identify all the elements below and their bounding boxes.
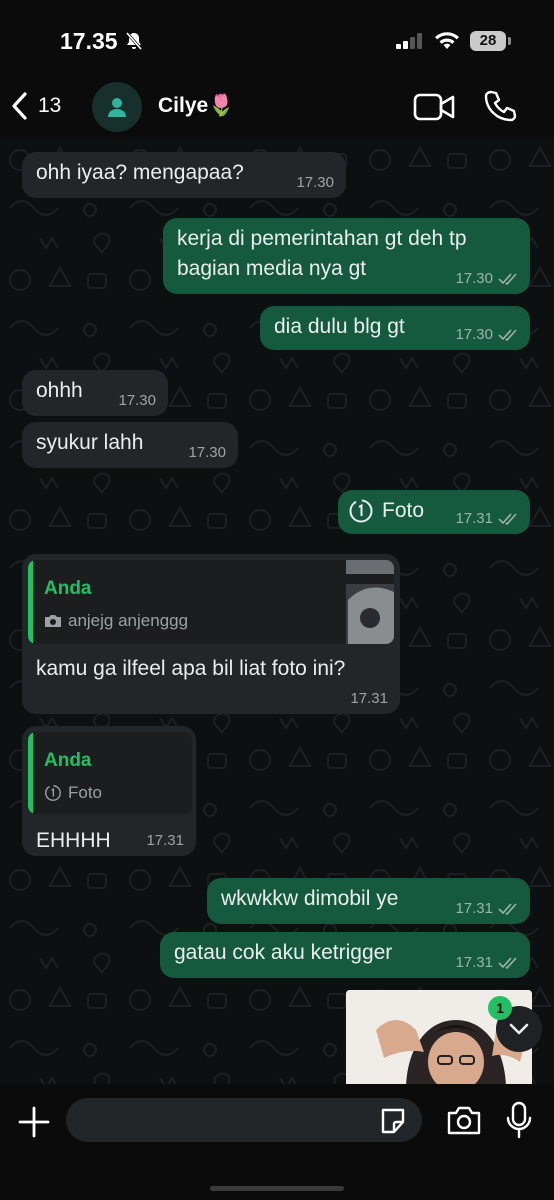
- message-bubble-outgoing[interactable]: dia dulu blg gt 17.30: [260, 306, 530, 350]
- phone-icon[interactable]: [482, 88, 518, 124]
- message-text: kerja di pemerintahan gt deh tp bagian m…: [177, 227, 467, 280]
- view-once-icon: [45, 785, 61, 801]
- input-bar: [0, 1084, 554, 1200]
- chat-area[interactable]: ohh iyaa? mengapaa? 17.30 kerja di pemer…: [0, 138, 554, 1084]
- message-meta: 17.31: [146, 832, 184, 850]
- view-once-icon: [349, 499, 373, 523]
- quote-accent-bar: [28, 732, 33, 814]
- back-icon: [12, 92, 27, 120]
- message-meta: 17.30: [118, 392, 156, 410]
- message-time: 17.30: [455, 270, 493, 287]
- double-check-icon: [498, 903, 517, 915]
- battery-level: 28: [470, 31, 506, 51]
- message-meta: 17.31: [455, 954, 518, 972]
- person-icon: [108, 98, 126, 117]
- message-text: EHHHH: [36, 829, 111, 852]
- message-bubble-outgoing[interactable]: wkwkkw dimobil ye 17.31: [207, 878, 530, 924]
- message-meta: 17.30: [188, 444, 226, 462]
- quote-author: Anda: [44, 578, 92, 599]
- camera-icon: [45, 615, 61, 627]
- unread-badge: 1: [488, 996, 512, 1020]
- message-time: 17.31: [455, 510, 493, 527]
- signal-icon: [396, 33, 422, 49]
- quoted-message[interactable]: Anda anjejg anjenggg: [28, 560, 394, 644]
- wifi-icon: [435, 32, 459, 49]
- battery-tip: [508, 37, 511, 45]
- message-meta: 17.30: [455, 270, 518, 288]
- message-bubble-incoming[interactable]: ohhh 17.30: [22, 370, 168, 416]
- message-time: 17.31: [350, 690, 388, 707]
- message-meta: 17.30: [296, 174, 334, 192]
- quote-author: Anda: [44, 750, 92, 771]
- message-meta: 17.31: [350, 690, 388, 708]
- quote-preview-text: Foto: [68, 783, 103, 802]
- double-check-icon: [498, 329, 517, 341]
- message-time: 17.30: [118, 392, 156, 409]
- double-check-icon: [498, 957, 517, 969]
- message-text: Foto: [382, 499, 425, 522]
- status-bar: 17.35 28: [0, 0, 554, 80]
- double-check-icon: [498, 513, 517, 525]
- quote-preview: anjejg anjenggg: [44, 606, 188, 636]
- message-time: 17.30: [455, 326, 493, 343]
- sticker-icon[interactable]: [378, 1106, 408, 1136]
- message-bubble-incoming[interactable]: ohh iyaa? mengapaa? 17.30: [22, 152, 346, 198]
- unread-chats-count: 13: [38, 94, 62, 117]
- message-text: kamu ga ilfeel apa bil liat foto ini?: [36, 657, 346, 680]
- message-meta: 17.30: [455, 326, 518, 344]
- home-indicator: [210, 1186, 344, 1191]
- message-meta: 17.31: [455, 510, 518, 528]
- message-bubble-outgoing[interactable]: gatau cok aku ketrigger 17.31: [160, 932, 530, 978]
- quote-accent-bar: [28, 560, 33, 644]
- back-button[interactable]: 13: [10, 86, 74, 126]
- message-bubble-outgoing[interactable]: kerja di pemerintahan gt deh tp bagian m…: [163, 218, 530, 294]
- quote-preview: Foto: [44, 778, 102, 808]
- message-time: 17.31: [455, 900, 493, 917]
- message-time: 17.31: [146, 832, 184, 849]
- mic-icon[interactable]: [504, 1100, 534, 1140]
- chat-header: 13 Cilye🌷: [0, 80, 554, 138]
- message-bubble-incoming-reply[interactable]: Anda anjejg anjenggg kamu ga ilfeel apa …: [22, 554, 400, 714]
- chevron-down-icon: [509, 1023, 529, 1035]
- quote-preview-text: anjejg anjenggg: [68, 611, 189, 630]
- status-time: 17.35: [60, 28, 118, 54]
- double-check-icon: [498, 273, 517, 285]
- quoted-message[interactable]: Anda Foto: [28, 732, 192, 814]
- message-bubble-outgoing-photo[interactable]: Foto 17.31: [338, 490, 530, 534]
- avatar[interactable]: [92, 82, 142, 132]
- message-input[interactable]: [66, 1098, 422, 1142]
- message-time: 17.30: [188, 444, 226, 461]
- message-meta: 17.31: [455, 900, 518, 918]
- photo-thumbnail-image: [322, 560, 394, 644]
- message-time: 17.30: [296, 174, 334, 191]
- camera-icon[interactable]: [446, 1104, 482, 1136]
- quote-photo-thumbnail: [322, 560, 394, 644]
- message-bubble-incoming-reply[interactable]: Anda Foto EHHHH 17.31: [22, 726, 196, 856]
- bell-off-icon: [125, 32, 143, 50]
- message-time: 17.31: [455, 954, 493, 971]
- plus-icon[interactable]: [14, 1102, 54, 1142]
- message-bubble-incoming[interactable]: syukur lahh 17.30: [22, 422, 238, 468]
- video-icon[interactable]: [412, 90, 456, 124]
- contact-name[interactable]: Cilye🌷: [158, 94, 234, 118]
